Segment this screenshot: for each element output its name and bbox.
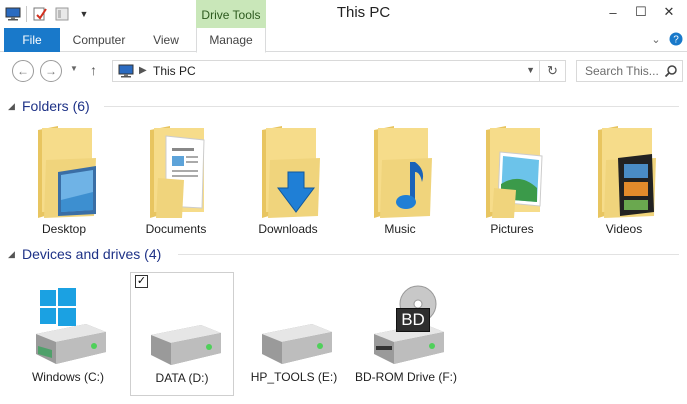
- downloads-folder-icon: [262, 126, 320, 218]
- help-icon[interactable]: ?: [669, 32, 683, 46]
- folder-label: Music: [384, 222, 416, 236]
- minimize-icon[interactable]: –: [599, 2, 627, 22]
- folder-label: Desktop: [41, 222, 87, 236]
- folders-header-label: Folders (6): [22, 98, 90, 114]
- drive-hp-tools-e[interactable]: HP_TOOLS (E:): [242, 272, 346, 396]
- folder-label: Downloads: [258, 222, 318, 236]
- music-folder-icon: [374, 126, 432, 218]
- folder-music[interactable]: Music: [352, 118, 448, 236]
- refresh-icon: ↻: [547, 63, 558, 78]
- hard-drive-icon: [262, 324, 332, 364]
- folder-downloads[interactable]: Downloads: [240, 118, 336, 236]
- search-box[interactable]: [576, 60, 683, 82]
- section-divider: [104, 106, 679, 107]
- folder-desktop[interactable]: Desktop: [16, 118, 112, 236]
- drive-data-d[interactable]: ✓ DATA (D:): [130, 272, 234, 396]
- refresh-button[interactable]: ↻: [540, 60, 566, 82]
- back-button[interactable]: ←: [12, 60, 34, 82]
- bd-badge: BD: [396, 308, 430, 332]
- close-icon[interactable]: ✕: [655, 2, 683, 22]
- arrow-left-icon: ←: [17, 64, 29, 78]
- system-drive-icon: [36, 288, 106, 364]
- pictures-folder-icon: [486, 126, 543, 218]
- folders-section-header[interactable]: ◢ Folders (6): [8, 96, 90, 116]
- collapse-icon[interactable]: ◢: [8, 249, 22, 260]
- arrow-right-icon: →: [45, 64, 57, 78]
- drive-label: DATA (D:): [155, 371, 209, 385]
- documents-folder-icon: [150, 126, 205, 218]
- collapse-icon[interactable]: ◢: [8, 101, 22, 112]
- tab-view[interactable]: View: [140, 28, 192, 52]
- tab-manage[interactable]: Manage: [196, 28, 266, 53]
- videos-folder-icon: [598, 126, 656, 218]
- expand-ribbon-icon[interactable]: ⌄: [649, 32, 663, 46]
- computer-icon: [117, 64, 135, 81]
- section-divider: [178, 254, 679, 255]
- drive-label: BD-ROM Drive (F:): [355, 370, 457, 384]
- window-controls: – ☐ ✕: [599, 2, 683, 22]
- folder-videos[interactable]: Videos: [576, 118, 672, 236]
- drives-header-label: Devices and drives (4): [22, 246, 162, 262]
- ribbon-right-controls: ⌄ ?: [649, 32, 683, 46]
- tab-computer[interactable]: Computer: [62, 28, 136, 52]
- drive-label: HP_TOOLS (E:): [250, 370, 338, 384]
- search-icon[interactable]: [664, 64, 678, 81]
- folder-label: Documents: [145, 222, 207, 236]
- tab-file[interactable]: File: [4, 28, 60, 52]
- chevron-down-icon[interactable]: ▼: [526, 65, 535, 75]
- folder-label: Pictures: [490, 222, 534, 236]
- search-input[interactable]: [577, 61, 663, 81]
- drive-label: Windows (C:): [31, 370, 104, 384]
- drive-windows-c[interactable]: Windows (C:): [16, 272, 120, 396]
- recent-locations-icon[interactable]: ▼: [70, 64, 78, 73]
- navigation-bar: ← → ▼ ↑ ▶ This PC ▼ ↻: [0, 56, 687, 86]
- chevron-right-icon[interactable]: ▶: [139, 65, 147, 76]
- window-title: This PC: [336, 4, 391, 21]
- svg-text:?: ?: [673, 35, 679, 46]
- folder-documents[interactable]: Documents: [128, 118, 224, 236]
- folder-pictures[interactable]: Pictures: [464, 118, 560, 236]
- desktop-folder-icon: [38, 126, 96, 218]
- maximize-icon[interactable]: ☐: [627, 2, 655, 22]
- hard-drive-icon: [151, 325, 221, 365]
- up-arrow-icon[interactable]: ↑: [90, 62, 97, 78]
- ribbon-tabs: File Computer View Manage ⌄ ?: [0, 28, 687, 53]
- address-text: This PC: [153, 64, 196, 78]
- drives-section-header[interactable]: ◢ Devices and drives (4): [8, 244, 161, 264]
- folder-label: Videos: [605, 222, 643, 236]
- forward-button[interactable]: →: [40, 60, 62, 82]
- title-bar: ▼ Drive Tools This PC – ☐ ✕: [0, 0, 687, 29]
- drive-bd-rom-f[interactable]: BD BD-ROM Drive (F:): [354, 272, 458, 396]
- address-bar[interactable]: ▶ This PC ▼: [112, 60, 540, 82]
